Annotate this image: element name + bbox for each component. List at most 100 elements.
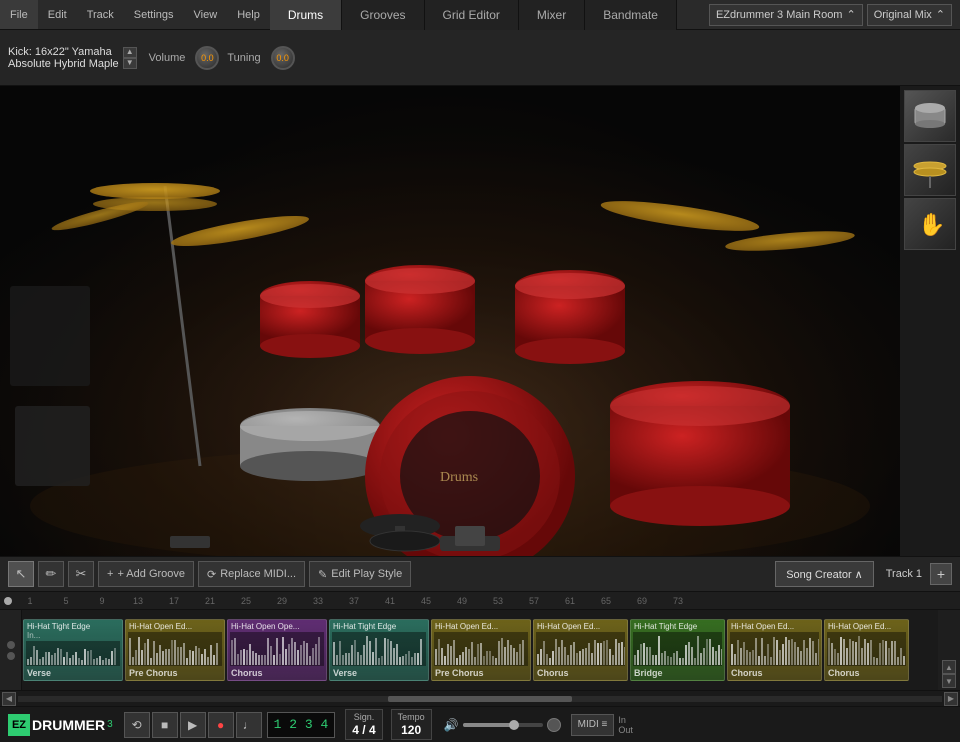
volume-slider: 🔊	[444, 718, 561, 732]
tuning-label: Tuning	[227, 52, 260, 64]
groove-block-8[interactable]: Hi-Hat Open Ed...Chorus	[824, 619, 909, 681]
right-panel: ✋	[900, 86, 960, 556]
add-groove-label: + Add Groove	[117, 568, 185, 580]
room-selector[interactable]: EZdrummer 3 Main Room ⌃	[709, 4, 863, 26]
tab-mixer[interactable]: Mixer	[519, 0, 585, 30]
timeline-marker-53: 53	[480, 596, 516, 606]
tap-tempo-button[interactable]: ♩	[236, 712, 262, 738]
play-button[interactable]: ▶	[180, 712, 206, 738]
groove-block-5[interactable]: Hi-Hat Open Ed...Chorus	[533, 619, 628, 681]
tab-grooves[interactable]: Grooves	[342, 0, 424, 30]
midi-button[interactable]: MIDI ≡	[571, 714, 615, 736]
menu-edit[interactable]: Edit	[38, 0, 77, 29]
rewind-button[interactable]: ⟲	[124, 712, 150, 738]
edit-play-style-icon: ✎	[318, 568, 327, 581]
tuning-knob[interactable]: 0.0	[271, 46, 295, 70]
hihat-thumbnail[interactable]	[904, 144, 956, 196]
volume-thumb[interactable]	[509, 720, 519, 730]
replace-midi-button[interactable]: ⟳ Replace MIDI...	[198, 561, 305, 587]
groove-block-2[interactable]: Hi-Hat Open Ope...Chorus	[227, 619, 327, 681]
scissors-tool-button[interactable]: ✂	[68, 561, 94, 587]
menu-help[interactable]: Help	[227, 0, 270, 29]
groove-block-6[interactable]: Hi-Hat Tight EdgeBridge	[630, 619, 725, 681]
add-track-button[interactable]: +	[930, 563, 952, 585]
master-knob-icon[interactable]	[547, 718, 561, 732]
menu-settings[interactable]: Settings	[124, 0, 184, 29]
drum-area: Drums	[0, 86, 960, 556]
tempo-label: Tempo	[398, 712, 425, 723]
timeline-marker-69: 69	[624, 596, 660, 606]
play-icon: ▶	[188, 718, 197, 732]
timeline-marker-65: 65	[588, 596, 624, 606]
edit-play-style-button[interactable]: ✎ Edit Play Style	[309, 561, 411, 587]
instrument-panel: Kick: 16x22" Yamaha Absolute Hybrid Mapl…	[0, 30, 960, 86]
replace-midi-icon: ⟳	[207, 568, 216, 581]
in-label: In	[618, 715, 633, 725]
groove-block-4[interactable]: Hi-Hat Open Ed...Pre Chorus	[431, 619, 531, 681]
groove-block-3[interactable]: Hi-Hat Tight EdgeVerse	[329, 619, 429, 681]
tab-grid-editor[interactable]: Grid Editor	[425, 0, 519, 30]
volume-track[interactable]	[463, 723, 543, 727]
timeline-container: 1 5 9 13 17 21 25 29 33 37 41 45 49 53 5…	[0, 592, 960, 610]
groove-block-1[interactable]: Hi-Hat Open Ed...Pre Chorus	[125, 619, 225, 681]
track-control-dot-1[interactable]	[7, 641, 15, 649]
timeline-marker-33: 33	[300, 596, 336, 606]
scroll-down-button[interactable]: ▼	[942, 674, 956, 688]
horizontal-scrollbar[interactable]	[18, 696, 942, 702]
header-right: EZdrummer 3 Main Room ⌃ Original Mix ⌃	[701, 4, 960, 26]
select-tool-button[interactable]: ↖	[8, 561, 34, 587]
instrument-down-arrow[interactable]: ▼	[123, 58, 137, 69]
groove-waveform-5	[536, 632, 625, 666]
groove-block-7[interactable]: Hi-Hat Open Ed...Chorus	[727, 619, 822, 681]
groove-waveform-7	[730, 632, 819, 666]
scroll-left-button[interactable]: ◀	[2, 692, 16, 706]
hand-thumbnail[interactable]: ✋	[904, 198, 956, 250]
drummer-text: DRUMMER	[32, 717, 105, 733]
instrument-name-box: Kick: 16x22" Yamaha Absolute Hybrid Mapl…	[8, 46, 119, 70]
timeline-marker-41: 41	[372, 596, 408, 606]
version-number: 3	[107, 719, 113, 730]
time-signature-box[interactable]: Sign. 4 / 4	[345, 709, 382, 740]
menu-view[interactable]: View	[184, 0, 228, 29]
mix-selector[interactable]: Original Mix ⌃	[867, 4, 952, 26]
out-label: Out	[618, 725, 633, 735]
track-control-dot-2[interactable]	[7, 652, 15, 660]
song-creator-label: Song Creator ∧	[786, 568, 863, 581]
volume-label: Volume	[149, 52, 186, 64]
tab-drums[interactable]: Drums	[270, 0, 342, 30]
snare-thumbnail[interactable]	[904, 90, 956, 142]
menu-file[interactable]: File	[0, 0, 38, 29]
stop-icon: ■	[161, 718, 168, 732]
timeline: 1 5 9 13 17 21 25 29 33 37 41 45 49 53 5…	[0, 592, 960, 610]
groove-section-6: Bridge	[631, 667, 724, 680]
groove-block-label-5: Hi-Hat Open Ed...	[534, 620, 627, 631]
timeline-marker-45: 45	[408, 596, 444, 606]
volume-knob[interactable]: 0.0	[195, 46, 219, 70]
add-groove-button[interactable]: + + Add Groove	[98, 561, 194, 587]
replace-midi-label: Replace MIDI...	[220, 568, 296, 580]
in-out-indicator: In Out	[618, 715, 633, 735]
groove-block-label-1: Hi-Hat Open Ed...	[126, 620, 224, 631]
scroll-up-button[interactable]: ▲	[942, 660, 956, 674]
groove-block-0[interactable]: Hi-Hat Tight EdgeIn...Verse	[23, 619, 123, 681]
record-button[interactable]: ●	[208, 712, 234, 738]
cursor-icon: ↖	[16, 566, 27, 582]
pencil-tool-button[interactable]: ✏	[38, 561, 64, 587]
drum-kit-svg: Drums	[0, 86, 900, 556]
instrument-up-arrow[interactable]: ▲	[123, 47, 137, 58]
track-row: Hi-Hat Tight EdgeIn...VerseHi-Hat Open E…	[0, 610, 960, 690]
tab-bandmate[interactable]: Bandmate	[585, 0, 677, 30]
menu-track[interactable]: Track	[77, 0, 124, 29]
song-creator-button[interactable]: Song Creator ∧	[775, 561, 874, 587]
groove-waveform-1	[128, 632, 222, 666]
record-icon: ●	[217, 718, 224, 732]
groove-waveform-6	[633, 632, 722, 666]
tempo-box[interactable]: Tempo 120	[391, 709, 432, 740]
stop-button[interactable]: ■	[152, 712, 178, 738]
rewind-icon: ⟲	[132, 718, 142, 732]
scroll-right-button[interactable]: ▶	[944, 692, 958, 706]
volume-fill	[463, 723, 511, 727]
timeline-marker-9: 9	[84, 596, 120, 606]
groove-waveform-0	[26, 641, 120, 666]
groove-sub-0: In...	[24, 631, 122, 640]
